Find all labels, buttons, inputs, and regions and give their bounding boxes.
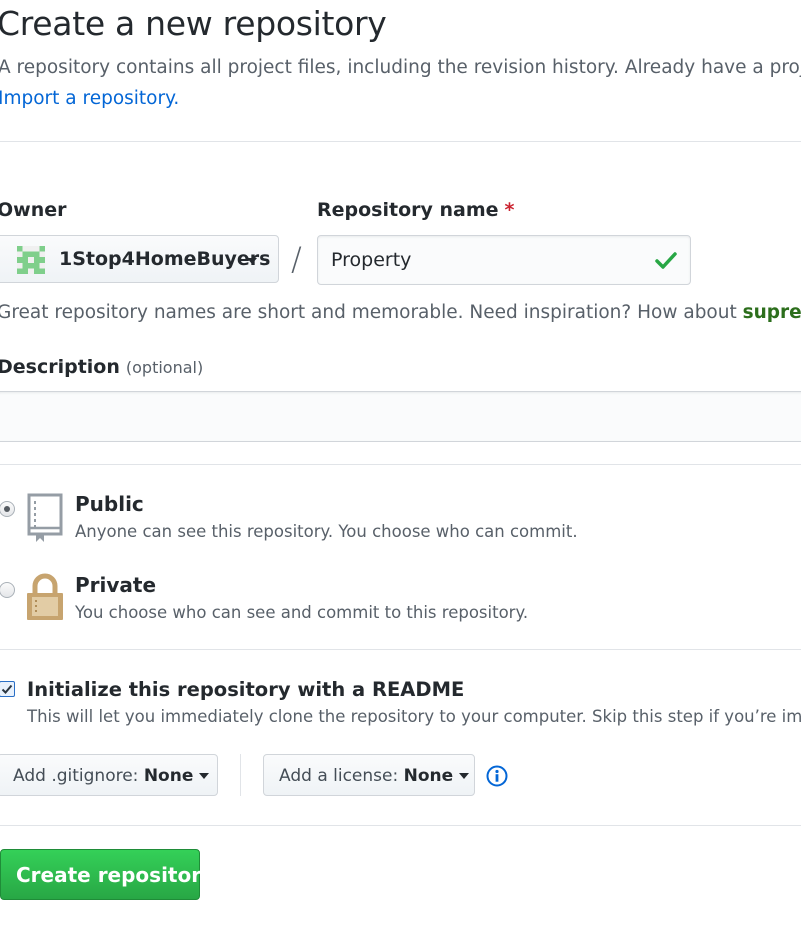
gitignore-value: None — [143, 766, 194, 786]
create-repository-button[interactable]: Create repository — [0, 849, 214, 900]
gitignore-label: Add .gitignore: — [13, 766, 139, 786]
page-subtitle-text: A repository contains all project files,… — [0, 57, 801, 78]
create-repository-label: Create repository — [16, 863, 215, 887]
import-repository-link[interactable]: Import a repository. — [0, 88, 179, 109]
readme-note: This will let you immediately clone the … — [27, 707, 801, 726]
readme-label[interactable]: Initialize this repository with a README — [27, 678, 464, 701]
description-input[interactable] — [0, 391, 801, 442]
repo-book-icon — [27, 493, 63, 542]
license-dropdown-text: Add a license: None — [279, 766, 470, 786]
info-icon[interactable] — [486, 765, 508, 787]
required-asterisk: * — [504, 199, 515, 221]
divider — [0, 464, 801, 465]
public-title: Public — [75, 492, 144, 516]
divider — [0, 141, 801, 142]
chevron-down-icon — [459, 773, 470, 779]
description-label: Description (optional) — [0, 356, 203, 378]
owner-avatar — [17, 246, 45, 274]
check-icon — [655, 252, 677, 269]
description-label-text: Description — [0, 356, 120, 378]
private-description: You choose who can see and commit to thi… — [75, 603, 529, 622]
divider — [0, 825, 801, 826]
readme-checkbox[interactable] — [0, 681, 15, 697]
owner-repo-separator: / — [291, 240, 302, 278]
repository-name-hint: Great repository names are short and mem… — [0, 302, 801, 323]
gitignore-dropdown[interactable]: Add .gitignore: None — [0, 754, 218, 796]
divider — [0, 649, 801, 650]
optional-note: (optional) — [125, 358, 204, 377]
owner-dropdown-button[interactable]: 1Stop4HomeBuyers — [0, 235, 279, 283]
license-value: None — [403, 766, 454, 786]
public-description: Anyone can see this repository. You choo… — [75, 522, 578, 541]
chevron-down-icon — [199, 773, 210, 779]
private-title: Private — [75, 573, 157, 597]
repository-name-value: Property — [331, 249, 412, 271]
public-radio[interactable] — [0, 501, 15, 517]
suggested-name-link[interactable]: supren — [743, 302, 801, 323]
chevron-down-icon — [247, 258, 257, 264]
private-radio[interactable] — [0, 582, 15, 598]
lock-icon — [27, 573, 63, 620]
license-label: Add a license: — [279, 766, 399, 786]
page-title: Create a new repository — [0, 4, 387, 43]
check-icon — [1, 684, 13, 694]
repository-name-input[interactable]: Property — [317, 235, 691, 285]
repository-name-hint-text: Great repository names are short and mem… — [0, 302, 743, 323]
select-separator — [240, 754, 241, 796]
owner-label: Owner — [0, 199, 67, 221]
license-dropdown[interactable]: Add a license: None — [263, 754, 475, 796]
repository-name-label: Repository name * — [317, 199, 514, 221]
repository-name-label-text: Repository name — [317, 199, 499, 221]
owner-name: 1Stop4HomeBuyers — [59, 248, 271, 270]
gitignore-dropdown-text: Add .gitignore: None — [13, 766, 210, 786]
page-subtitle: A repository contains all project files,… — [0, 57, 801, 78]
